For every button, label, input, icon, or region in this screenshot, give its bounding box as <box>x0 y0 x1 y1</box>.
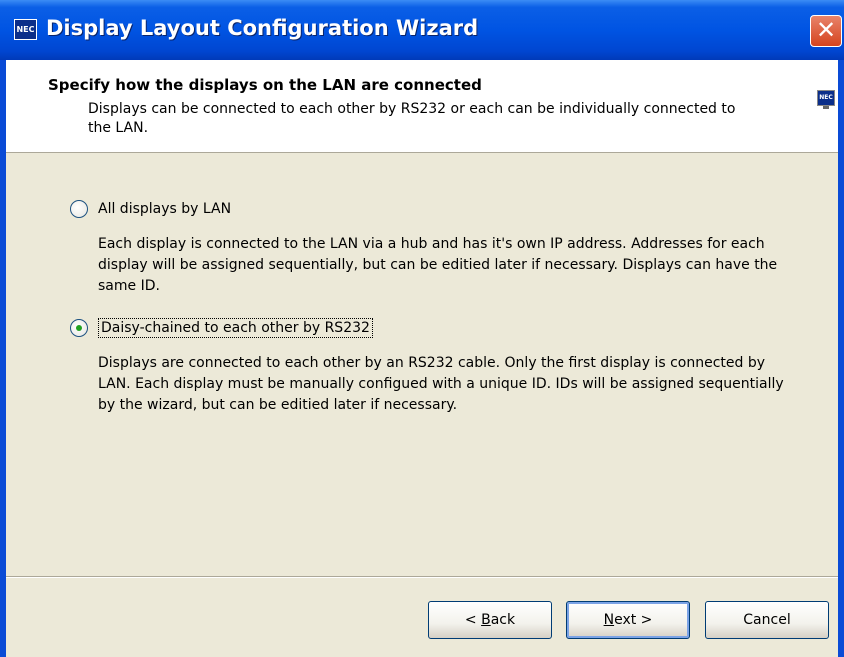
window-frame-right <box>838 60 844 657</box>
option-description-all-by-lan: Each display is connected to the LAN via… <box>98 236 778 294</box>
option-all-by-lan[interactable]: All displays by LAN <box>70 198 231 220</box>
nec-monitor-icon: NEC <box>817 90 835 109</box>
next-button[interactable]: Next > <box>566 601 690 639</box>
close-button[interactable]: ✕ <box>810 15 842 47</box>
option-description-daisy-chained: Displays are connected to each other by … <box>98 355 784 413</box>
close-icon: ✕ <box>815 16 837 44</box>
radio-daisy-chained[interactable] <box>70 319 88 337</box>
radio-all-by-lan[interactable] <box>70 200 88 218</box>
option-daisy-chained[interactable]: Daisy-chained to each other by RS232 <box>70 317 373 339</box>
wizard-header: Specify how the displays on the LAN are … <box>6 60 838 153</box>
footer-divider <box>6 576 838 578</box>
title-bar[interactable]: NEC Display Layout Configuration Wizard … <box>0 0 844 60</box>
option-label-daisy-chained[interactable]: Daisy-chained to each other by RS232 <box>98 318 373 338</box>
window-title: Display Layout Configuration Wizard <box>46 16 479 40</box>
nec-app-icon: NEC <box>14 19 37 40</box>
page-title: Specify how the displays on the LAN are … <box>48 76 482 94</box>
option-label-all-by-lan[interactable]: All displays by LAN <box>98 201 231 217</box>
cancel-button[interactable]: Cancel <box>705 601 829 639</box>
page-subtitle: Displays can be connected to each other … <box>88 101 736 136</box>
back-button[interactable]: < Back <box>428 601 552 639</box>
wizard-window: NEC Display Layout Configuration Wizard … <box>0 0 844 657</box>
